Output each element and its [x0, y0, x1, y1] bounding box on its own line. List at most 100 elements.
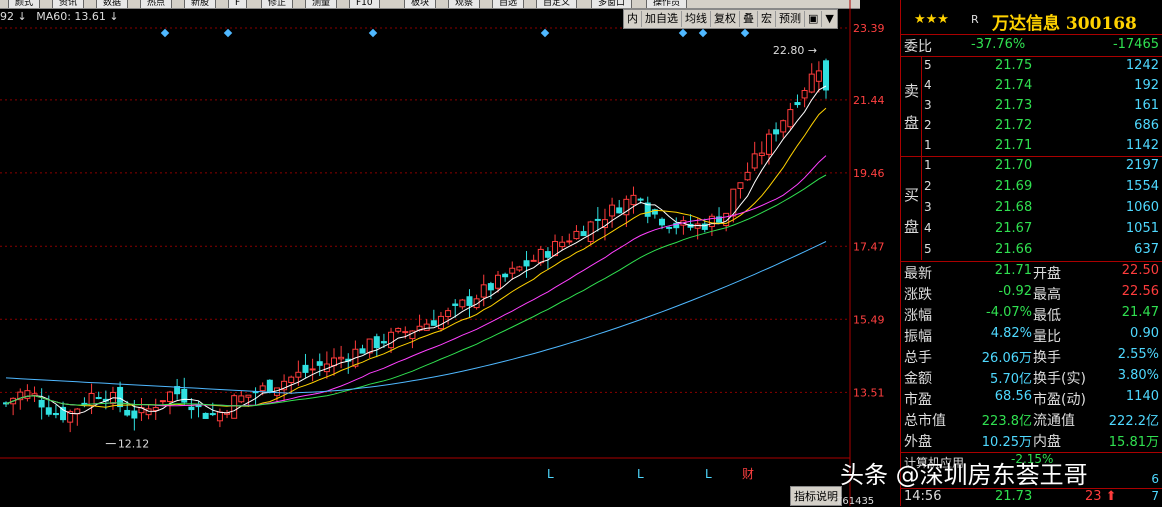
quote-value: 68.56: [994, 389, 1032, 404]
bid-volume: 2197: [1125, 158, 1159, 173]
quote-value: 4.82%: [990, 326, 1032, 341]
toolbar-button[interactable]: 加自选: [642, 11, 682, 27]
toolbar-button[interactable]: 叠: [740, 11, 758, 27]
tick-side: 7: [1151, 489, 1159, 503]
candle-body: [216, 411, 223, 422]
quote-value: 5.70亿: [990, 372, 1032, 387]
candle-body: [202, 412, 209, 419]
bid-price: 21.66: [995, 242, 1033, 257]
bid-volume: 637: [1134, 242, 1159, 257]
ask-volume: 1142: [1125, 138, 1159, 153]
candle-body: [495, 274, 501, 289]
toolbar-button[interactable]: 复权: [711, 11, 740, 27]
candle-body: [580, 231, 587, 237]
quote-label: 量比: [1033, 329, 1061, 345]
candle-body: [523, 260, 530, 267]
ma-legend: 92 ↓ MA60: 13.61 ↓: [0, 10, 125, 23]
candle-body: [302, 364, 309, 373]
quote-label: 市盈(动): [1033, 392, 1086, 408]
divider: [901, 156, 1162, 157]
ask-price: 21.71: [995, 138, 1033, 153]
candle-body: [466, 296, 473, 306]
ask-level: 3: [924, 98, 932, 112]
toolbar-button[interactable]: ▣: [805, 11, 823, 27]
toolbar-button[interactable]: 内: [624, 11, 642, 27]
quote-value: 10.25万: [981, 435, 1032, 450]
quote-value: -4.07%: [986, 305, 1032, 320]
candle-body: [309, 368, 316, 371]
divider: [901, 261, 1162, 262]
candle-body: [359, 348, 366, 354]
quote-label: 内盘: [1033, 434, 1061, 450]
ask-level: 5: [924, 58, 932, 72]
price-tick-label: 17.47: [853, 240, 885, 253]
candle-body: [124, 409, 131, 416]
candle-body: [587, 221, 594, 242]
candle-body: [773, 129, 780, 135]
candle-body: [395, 327, 402, 332]
ask-volume: 1242: [1125, 58, 1159, 73]
quote-label: 外盘: [904, 434, 932, 450]
event-marker-icon: [160, 28, 170, 38]
candle-body: [159, 400, 166, 403]
quote-value: 0.90: [1130, 326, 1159, 341]
candle-body: [117, 386, 124, 408]
quote-value: 2.55%: [1117, 347, 1159, 362]
candle-body: [445, 310, 452, 318]
price-tick-label: 21.44: [853, 94, 885, 107]
candle-body: [566, 240, 573, 243]
candle-body: [45, 407, 52, 415]
candle-body: [694, 223, 701, 229]
candle-body: [594, 218, 601, 221]
toolbar-button[interactable]: 宏: [758, 11, 776, 27]
candle-body: [373, 336, 380, 349]
quote-label: 振幅: [904, 329, 932, 345]
candle-body: [537, 248, 544, 264]
candle-body: [145, 408, 152, 416]
quote-label: 换手(实): [1033, 371, 1086, 387]
toolbar-button[interactable]: 预测: [776, 11, 805, 27]
quote-label: 总市值: [904, 413, 946, 429]
quote-label: 最低: [1033, 308, 1061, 324]
ma30-line: [5, 174, 827, 407]
candle-body: [288, 376, 295, 383]
candle-body: [630, 194, 637, 206]
candle-body: [388, 331, 395, 349]
bid-level: 2: [924, 179, 932, 193]
rating-flag: R: [971, 13, 979, 26]
candle-body: [616, 207, 623, 214]
weibi-diff: -17465: [1112, 37, 1159, 52]
quote-label: 换手: [1033, 350, 1061, 366]
candle-body: [380, 341, 387, 344]
candle-body: [452, 303, 459, 306]
event-marker-icon: [740, 28, 750, 38]
quote-value: 22.50: [1121, 263, 1159, 278]
quote-value: 21.71: [994, 263, 1032, 278]
bid-level: 3: [924, 200, 932, 214]
bid-level: 1: [924, 158, 932, 172]
stock-header: ★★★ R 万达信息 300168: [901, 8, 1162, 34]
weibi-pct: -37.76%: [971, 37, 1026, 52]
candle-body: [402, 331, 409, 334]
bid-level: 4: [924, 221, 932, 235]
divider: [921, 56, 922, 156]
toolbar-button[interactable]: 均线: [682, 11, 711, 27]
ask-level: 1: [924, 138, 932, 152]
quote-value: 21.47: [1121, 305, 1159, 320]
candle-body: [815, 70, 822, 82]
quote-label: 涨跌: [904, 287, 932, 303]
candle-body: [758, 152, 765, 157]
indicator-help-button[interactable]: 指标说明: [790, 486, 842, 506]
candle-body: [823, 60, 829, 91]
chart-toolbar: 内加自选 均线 复权叠宏预测 ▣ ▼: [623, 9, 838, 29]
ask-level: 2: [924, 118, 932, 132]
ask-volume: 686: [1134, 118, 1159, 133]
candle-body: [780, 120, 787, 133]
event-letter: L: [705, 467, 712, 481]
quote-label: 最高: [1033, 287, 1061, 303]
price-tick-label: 13.51: [853, 386, 885, 399]
candle-body: [480, 284, 487, 298]
high-price-label: 22.80 →: [773, 44, 817, 57]
toolbar-button[interactable]: ▼: [822, 11, 836, 27]
kline-chart[interactable]: 23.39 21.44 19.46 17.47 15.49 13.51 22.80 → 12.…: [0, 0, 900, 506]
